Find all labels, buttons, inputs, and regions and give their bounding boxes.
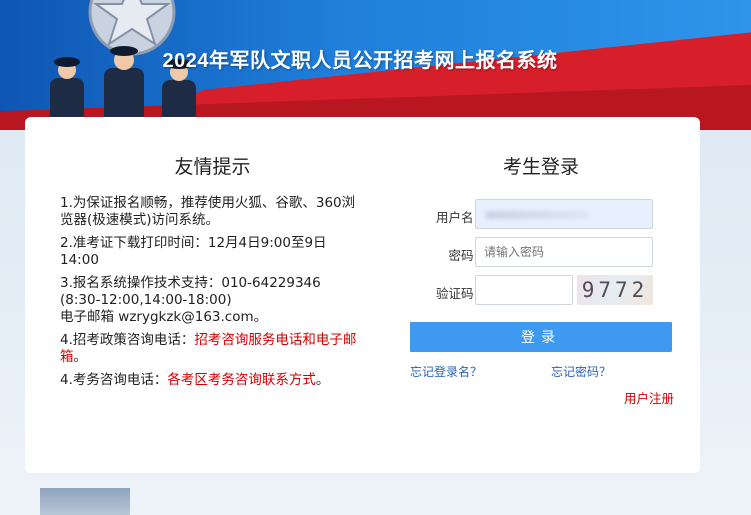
password-input[interactable] — [475, 237, 653, 267]
captcha-image[interactable]: 9772 — [577, 275, 653, 305]
login-title: 考生登录 — [502, 156, 579, 178]
tech-support-hours: (8:30-12:00,14:00-18:00) — [60, 292, 232, 308]
header-banner: 2024年军队文职人员公开招考网上报名系统 — [0, 0, 751, 130]
login-panel: 考生登录 用户名： 密码： 验证码： 9772 登录 忘记登录名？ 忘记密码？ … — [410, 152, 674, 406]
page-title: 2024年军队文职人员公开招考网上报名系统 — [162, 50, 558, 72]
tip-item-exam-consult: 4.考务咨询电话：各考区考务咨询联系方式。 — [60, 372, 365, 389]
tip-item-admission-ticket: 2.准考证下载打印时间：12月4日9:00至9日14:00 — [60, 235, 327, 268]
tip-item-policy-consult: 4.招考政策咨询电话：招考咨询服务电话和电子邮箱。 — [60, 332, 365, 366]
password-row: 密码： — [410, 237, 672, 269]
tech-support-phone: 3.报名系统操作技术支持：010-64229346 — [60, 275, 321, 291]
forgot-password-link[interactable]: 忘记密码？ — [551, 363, 611, 380]
building-illustration — [40, 488, 130, 515]
register-link[interactable]: 用户注册 — [624, 388, 674, 407]
tips-panel: 友情提示 1.为保证报名顺畅，推荐使用火狐、谷歌、360浏览器(极速模式)访问系… — [60, 152, 365, 395]
policy-consult-suffix: 。 — [73, 349, 88, 365]
captcha-row: 验证码： 9772 — [410, 275, 672, 307]
forgot-username-link[interactable]: 忘记登录名？ — [410, 363, 482, 380]
tip-item-tech-support: 3.报名系统操作技术支持：010-64229346 (8:30-12:00,14… — [60, 275, 365, 326]
exam-consult-prefix: 4.考务咨询电话： — [60, 372, 168, 388]
tech-support-email: 电子邮箱 wzrygkzk@163.com。 — [60, 309, 268, 325]
tips-title: 友情提示 — [174, 156, 251, 178]
main-card: 友情提示 1.为保证报名顺畅，推荐使用火狐、谷歌、360浏览器(极速模式)访问系… — [25, 117, 700, 473]
login-button[interactable]: 登录 — [410, 322, 672, 352]
exam-consult-link[interactable]: 各考区考务咨询联系方式 — [167, 372, 316, 388]
policy-consult-prefix: 4.招考政策咨询电话： — [60, 332, 195, 348]
username-blurred-value — [485, 211, 590, 219]
exam-consult-suffix: 。 — [315, 372, 330, 388]
captcha-input[interactable] — [475, 275, 573, 305]
username-row: 用户名： — [410, 199, 672, 231]
tip-item-browser: 1.为保证报名顺畅，推荐使用火狐、谷歌、360浏览器(极速模式)访问系统。 — [60, 195, 356, 228]
